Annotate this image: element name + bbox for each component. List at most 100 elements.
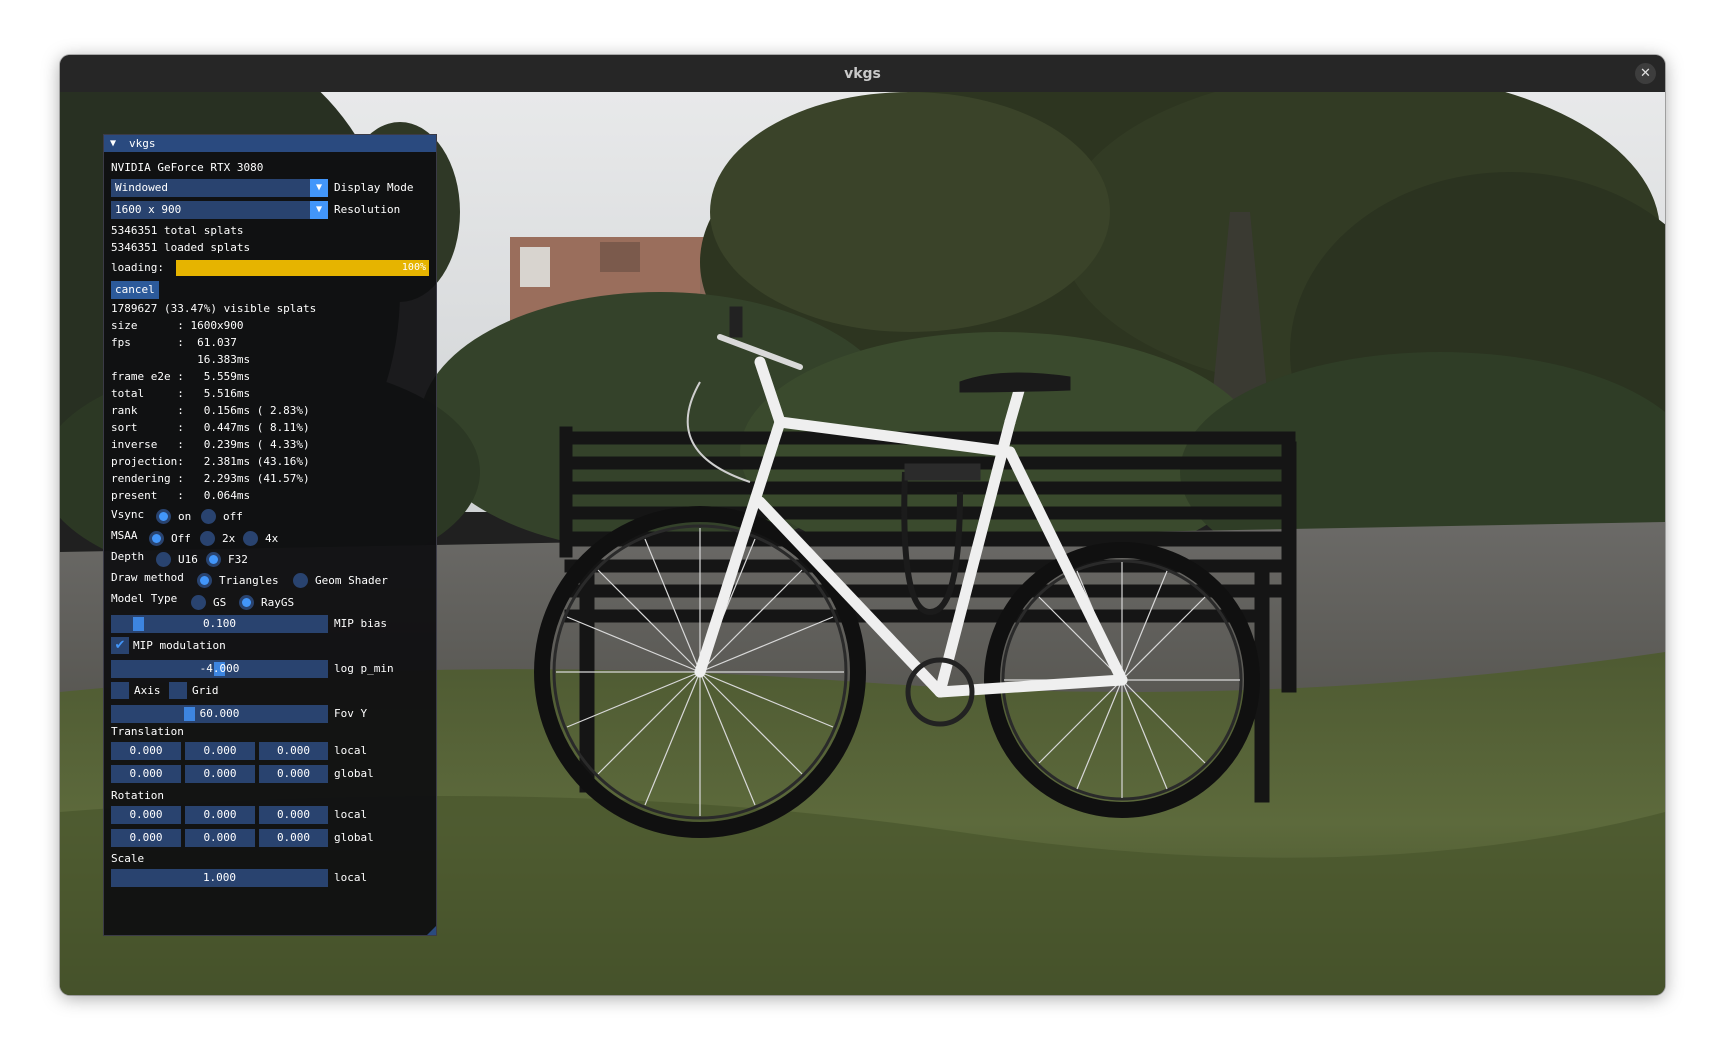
fov-y-slider[interactable]: 60.000 — [111, 705, 328, 723]
mip-modulation-label: MIP modulation — [133, 639, 226, 652]
rotation-local-label: local — [334, 808, 368, 821]
draw-triangles-radio[interactable] — [197, 573, 212, 588]
scale-field[interactable]: 1.000 — [111, 869, 328, 887]
panel-header[interactable]: ▼ vkgs — [104, 135, 436, 152]
model-gs-label: GS — [213, 596, 227, 609]
depth-u16-radio[interactable] — [156, 552, 171, 567]
msaa-4x-radio[interactable] — [243, 531, 258, 546]
display-mode-combo[interactable]: Windowed ▼ — [111, 179, 328, 197]
stat-line: rendering : 2.293ms (41.57%) — [111, 472, 310, 485]
resize-grip-icon[interactable] — [427, 926, 436, 935]
loading-progress-bar: 100% — [176, 260, 429, 276]
panel-title: vkgs — [129, 137, 156, 150]
stat-line: rank : 0.156ms ( 2.83%) — [111, 404, 310, 417]
rotation-global-label: global — [334, 831, 374, 844]
rotation-global-z[interactable]: 0.000 — [259, 829, 328, 847]
draw-geom-shader-radio[interactable] — [293, 573, 308, 588]
model-gs-radio[interactable] — [191, 595, 206, 610]
stat-line: frame e2e : 5.559ms — [111, 370, 251, 383]
rotation-local-x[interactable]: 0.000 — [111, 806, 181, 824]
resolution-value: 1600 x 900 — [115, 203, 182, 216]
stat-line: size : 1600x900 — [111, 319, 244, 332]
translation-local-z[interactable]: 0.000 — [259, 742, 328, 760]
progress-text: 100% — [401, 262, 426, 273]
draw-method-label: Draw method — [111, 571, 184, 584]
depth-label: Depth — [111, 550, 145, 563]
dropdown-arrow-icon[interactable]: ▼ — [310, 201, 328, 219]
stat-line: 16.383ms — [111, 353, 251, 366]
rotation-local-y[interactable]: 0.000 — [185, 806, 255, 824]
vsync-on-label: on — [178, 510, 192, 523]
msaa-2x-label: 2x — [222, 532, 236, 545]
vsync-label: Vsync — [111, 508, 145, 521]
grid-label: Grid — [192, 684, 219, 697]
translation-local-x[interactable]: 0.000 — [111, 742, 181, 760]
loading-label: loading: — [111, 261, 164, 274]
settings-panel: ▼ vkgs NVIDIA GeForce RTX 3080 Windowed … — [103, 134, 437, 936]
gpu-name: NVIDIA GeForce RTX 3080 — [111, 161, 264, 174]
axis-label: Axis — [134, 684, 161, 697]
axis-checkbox[interactable] — [111, 682, 129, 699]
stat-line: projection: 2.381ms (43.16%) — [111, 455, 310, 468]
translation-local-label: local — [334, 744, 368, 757]
translation-local-y[interactable]: 0.000 — [185, 742, 255, 760]
dropdown-arrow-icon[interactable]: ▼ — [310, 179, 328, 197]
mip-bias-slider[interactable]: 0.100 — [111, 615, 328, 633]
visible-splats: 1789627 (33.47%) visible splats — [111, 302, 317, 315]
rotation-global-y[interactable]: 0.000 — [185, 829, 255, 847]
vsync-off-radio[interactable] — [201, 509, 216, 524]
msaa-2x-radio[interactable] — [200, 531, 215, 546]
scale-local-label: local — [334, 871, 368, 884]
mip-bias-value: 0.100 — [202, 617, 237, 630]
mip-modulation-checkbox[interactable]: ✔ — [111, 637, 129, 654]
progress-fill — [176, 260, 429, 276]
display-mode-label: Display Mode — [334, 181, 414, 194]
scale-label: Scale — [111, 852, 145, 865]
rotation-label: Rotation — [111, 789, 164, 802]
log-p-min-slider[interactable]: -4.000 — [111, 660, 328, 678]
msaa-label: MSAA — [111, 529, 138, 542]
title-bar[interactable]: vkgs ✕ — [60, 55, 1665, 92]
draw-triangles-label: Triangles — [219, 574, 279, 587]
total-splats: 5346351 total splats — [111, 224, 244, 237]
close-button[interactable]: ✕ — [1635, 63, 1656, 84]
translation-global-x[interactable]: 0.000 — [111, 765, 181, 783]
fov-y-value: 60.000 — [199, 707, 240, 720]
log-p-min-value: -4.000 — [199, 662, 240, 675]
window-title: vkgs — [844, 65, 881, 82]
model-type-label: Model Type — [111, 592, 178, 605]
msaa-off-radio[interactable] — [149, 531, 164, 546]
msaa-4x-label: 4x — [265, 532, 279, 545]
loaded-splats: 5346351 loaded splats — [111, 241, 251, 254]
stat-line: sort : 0.447ms ( 8.11%) — [111, 421, 310, 434]
checkmark-icon: ✔ — [114, 638, 126, 653]
cancel-button[interactable]: cancel — [111, 281, 159, 299]
grid-checkbox[interactable] — [169, 682, 187, 699]
resolution-label: Resolution — [334, 203, 401, 216]
resolution-combo[interactable]: 1600 x 900 ▼ — [111, 201, 328, 219]
rotation-local-z[interactable]: 0.000 — [259, 806, 328, 824]
vsync-on-radio[interactable] — [156, 509, 171, 524]
collapse-arrow-icon[interactable]: ▼ — [110, 135, 116, 152]
model-raygs-label: RayGS — [261, 596, 295, 609]
translation-label: Translation — [111, 725, 184, 738]
rotation-global-x[interactable]: 0.000 — [111, 829, 181, 847]
stat-line: inverse : 0.239ms ( 4.33%) — [111, 438, 310, 451]
vsync-off-label: off — [223, 510, 243, 523]
stat-line: fps : 61.037 — [111, 336, 237, 349]
mip-bias-label: MIP bias — [334, 617, 387, 630]
translation-global-label: global — [334, 767, 374, 780]
fov-y-label: Fov Y — [334, 707, 368, 720]
depth-f32-label: F32 — [228, 553, 248, 566]
stat-line: total : 5.516ms — [111, 387, 251, 400]
draw-geom-shader-label: Geom Shader — [315, 574, 388, 587]
close-icon: ✕ — [1640, 66, 1651, 81]
display-mode-value: Windowed — [115, 181, 168, 194]
msaa-off-label: Off — [171, 532, 191, 545]
model-raygs-radio[interactable] — [239, 595, 254, 610]
translation-global-z[interactable]: 0.000 — [259, 765, 328, 783]
log-p-min-label: log p_min — [334, 662, 394, 675]
stat-line: present : 0.064ms — [111, 489, 251, 502]
depth-f32-radio[interactable] — [206, 552, 221, 567]
translation-global-y[interactable]: 0.000 — [185, 765, 255, 783]
